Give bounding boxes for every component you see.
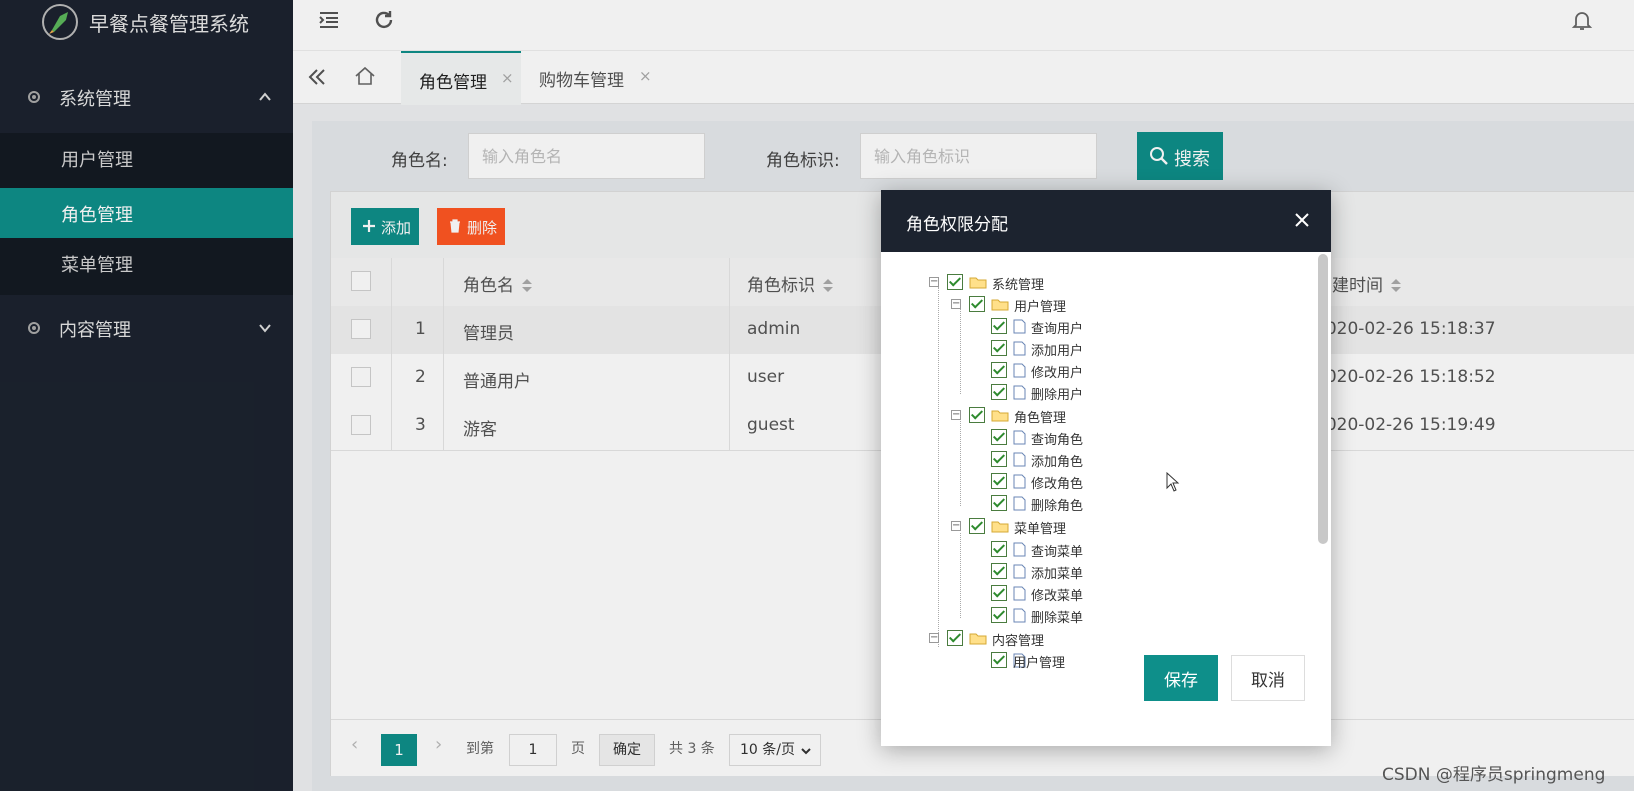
- collapse-icon[interactable]: −: [951, 410, 961, 420]
- tree-checkbox[interactable]: [947, 630, 963, 646]
- tree-checkbox[interactable]: [991, 429, 1007, 445]
- mouse-cursor-icon: [1166, 472, 1180, 492]
- file-icon: [1013, 430, 1026, 445]
- file-icon: [1013, 586, 1026, 601]
- collapse-icon[interactable]: −: [951, 521, 961, 531]
- file-icon: [1013, 564, 1026, 579]
- tree-checkbox[interactable]: [991, 340, 1007, 356]
- tree-label: 删除角色: [1031, 499, 1084, 514]
- tree-checkbox[interactable]: [991, 451, 1007, 467]
- tree-label: 角色管理: [1014, 411, 1067, 426]
- tree-checkbox[interactable]: [991, 563, 1007, 579]
- folder-icon: [991, 299, 1009, 311]
- tree-label: 删除菜单: [1031, 611, 1084, 626]
- tree-checkbox[interactable]: [991, 318, 1007, 334]
- file-icon: [1013, 363, 1026, 378]
- folder-icon: [991, 521, 1009, 533]
- file-icon: [1013, 496, 1026, 511]
- cancel-button[interactable]: 取消: [1231, 655, 1305, 701]
- tree-label: 修改用户: [1031, 366, 1084, 381]
- tree-label: 用户管理: [1013, 656, 1066, 671]
- file-icon: [1013, 341, 1026, 356]
- role-permission-dialog: 角色权限分配 − 系统管理 − 用户管理 查询用户 添加用户 修改用户 删除用户…: [881, 190, 1331, 746]
- tree-label: 添加菜单: [1031, 567, 1084, 582]
- file-icon: [1013, 474, 1026, 489]
- tree-label: 查询菜单: [1031, 545, 1084, 560]
- tree-label: 修改角色: [1031, 477, 1084, 492]
- tree-checkbox[interactable]: [991, 541, 1007, 557]
- tree-connector: [960, 309, 962, 394]
- collapse-icon[interactable]: −: [929, 277, 939, 287]
- tree-checkbox[interactable]: [991, 384, 1007, 400]
- tree-checkbox[interactable]: [969, 296, 985, 312]
- permission-tree: − 系统管理 − 用户管理 查询用户 添加用户 修改用户 删除用户 − 角色管理…: [881, 252, 1321, 672]
- tree-checkbox[interactable]: [991, 362, 1007, 378]
- close-icon[interactable]: [1292, 210, 1312, 230]
- tree-label: 内容管理: [992, 634, 1045, 649]
- file-icon: [1013, 452, 1026, 467]
- tree-label: 查询角色: [1031, 433, 1084, 448]
- folder-icon: [991, 410, 1009, 422]
- tree-checkbox[interactable]: [991, 473, 1007, 489]
- save-button[interactable]: 保存: [1144, 655, 1218, 701]
- tree-connector: [960, 421, 962, 506]
- file-icon: [1013, 608, 1026, 623]
- tree-connector: [960, 533, 962, 618]
- tree-label: 添加角色: [1031, 455, 1084, 470]
- tree-label: 用户管理: [1014, 300, 1067, 315]
- tree-label: 删除用户: [1031, 388, 1084, 403]
- tree-label: 查询用户: [1031, 322, 1084, 337]
- dialog-title: 角色权限分配: [906, 215, 1008, 235]
- file-icon: [1013, 319, 1026, 334]
- collapse-icon[interactable]: −: [951, 299, 961, 309]
- tree-label: 添加用户: [1031, 344, 1084, 359]
- tree-checkbox[interactable]: [991, 652, 1007, 668]
- tree-checkbox[interactable]: [991, 495, 1007, 511]
- file-icon: [1013, 385, 1026, 400]
- file-icon: [1013, 542, 1026, 557]
- tree-checkbox[interactable]: [969, 407, 985, 423]
- tree-label: 修改菜单: [1031, 589, 1084, 604]
- tree-label: 菜单管理: [1014, 522, 1067, 537]
- tree-label: 系统管理: [992, 278, 1045, 293]
- watermark: CSDN @程序员springmeng: [1382, 765, 1606, 785]
- folder-icon: [969, 277, 987, 289]
- dialog-header: 角色权限分配: [881, 190, 1331, 252]
- tree-checkbox[interactable]: [969, 518, 985, 534]
- tree-checkbox[interactable]: [991, 607, 1007, 623]
- modal-overlay: [0, 0, 1634, 791]
- tree-scrollbar[interactable]: [1318, 254, 1328, 544]
- tree-checkbox[interactable]: [947, 274, 963, 290]
- tree-checkbox[interactable]: [991, 585, 1007, 601]
- collapse-icon[interactable]: −: [929, 633, 939, 643]
- folder-icon: [969, 633, 987, 645]
- tree-connector: [938, 287, 940, 647]
